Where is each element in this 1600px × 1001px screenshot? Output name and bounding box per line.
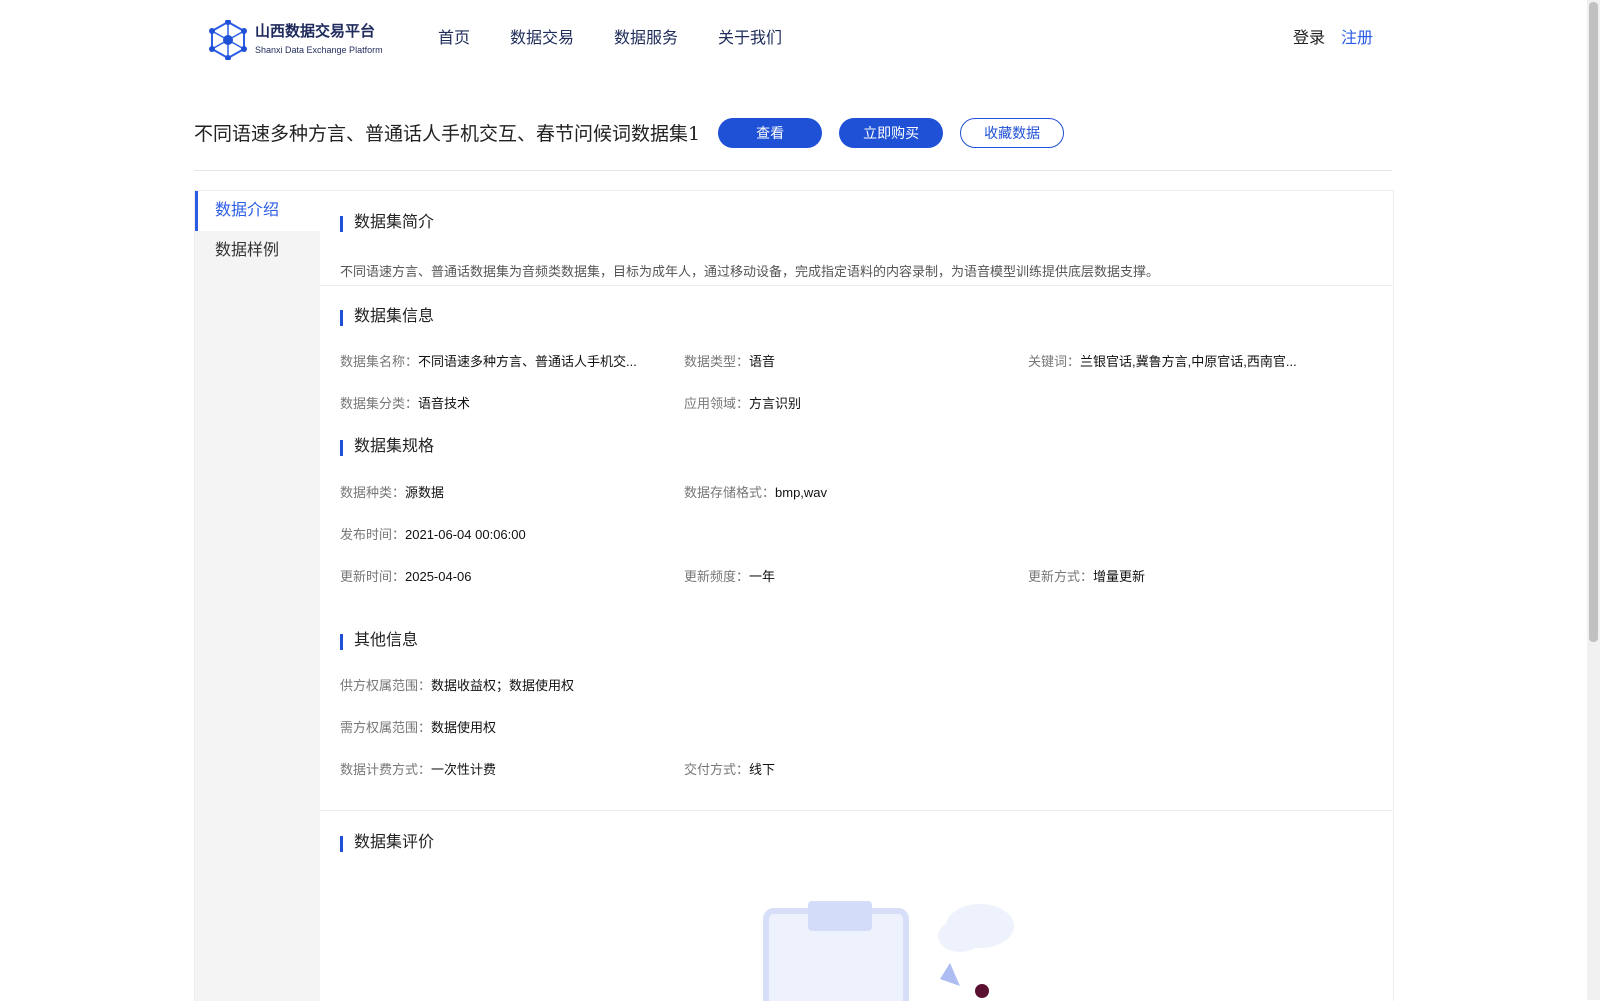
hexagon-network-logo-icon [209, 20, 247, 60]
divider [320, 285, 1393, 286]
sidebar-item-samples[interactable]: 数据样例 [195, 231, 320, 271]
empty-clipboard-illustration-icon [763, 901, 1014, 1001]
divider [320, 810, 1393, 811]
section-title-other: 其他信息 [340, 631, 418, 651]
field-delivery-method: 交付方式：线下 [684, 762, 776, 777]
field-billing-method: 数据计费方式：一次性计费 [340, 762, 497, 777]
intro-text: 不同语速方言、普通话数据集为音频类数据集，目标为成年人，通过移动设备，完成指定语… [340, 264, 1160, 279]
dataset-title-bar: 不同语速多种方言、普通话人手机交互、春节问候词数据集1 查看 立即购买 收藏数据 [194, 118, 1392, 171]
view-button[interactable]: 查看 [718, 118, 823, 148]
top-header: 山西数据交易平台 Shanxi Data Exchange Platform 首… [0, 0, 1587, 78]
section-title-review: 数据集评价 [340, 833, 434, 853]
logo-title-cn: 山西数据交易平台 [255, 23, 376, 40]
logo-title-en: Shanxi Data Exchange Platform [255, 45, 383, 55]
logo-text: 山西数据交易平台 Shanxi Data Exchange Platform [255, 23, 383, 57]
section-title-spec: 数据集规格 [340, 437, 434, 457]
field-dataset-name: 数据集名称：不同语速多种方言、普通话人手机交... [340, 354, 637, 369]
field-keywords: 关键词：兰银官话,冀鲁方言,中原官话,西南官... [1028, 354, 1297, 369]
field-storage-format: 数据存储格式：bmp,wav [684, 485, 828, 500]
auth-links: 登录 注册 [1293, 27, 1373, 51]
dataset-detail-panel: 数据介绍 数据样例 数据集简介 不同语速方言、普通话数据集为音频类数据集，目标为… [194, 190, 1394, 1001]
section-title-info: 数据集信息 [340, 307, 434, 327]
dataset-title: 不同语速多种方言、普通话人手机交互、春节问候词数据集1 [194, 123, 701, 145]
field-category: 数据集分类：语音技术 [340, 396, 471, 411]
field-data-type: 数据类型：语音 [684, 354, 776, 369]
login-link[interactable]: 登录 [1293, 27, 1325, 51]
nav-about-us[interactable]: 关于我们 [718, 27, 782, 51]
field-publish-time: 发布时间：2021-06-04 00:06:00 [340, 527, 526, 542]
site-logo[interactable]: 山西数据交易平台 Shanxi Data Exchange Platform [208, 20, 383, 60]
scrollbar-thumb[interactable] [1589, 2, 1598, 642]
nav-home[interactable]: 首页 [438, 27, 470, 51]
field-supplier-rights: 供方权属范围：数据收益权；数据使用权 [340, 678, 575, 693]
nav-data-trade[interactable]: 数据交易 [510, 27, 574, 51]
section-title-intro: 数据集简介 [340, 213, 434, 233]
register-link[interactable]: 注册 [1341, 27, 1373, 51]
detail-sidebar: 数据介绍 数据样例 [195, 191, 320, 1001]
field-update-time: 更新时间：2025-04-06 [340, 569, 472, 584]
buy-now-button[interactable]: 立即购买 [839, 118, 944, 148]
field-update-mode: 更新方式：增量更新 [1028, 569, 1146, 584]
sidebar-item-intro[interactable]: 数据介绍 [195, 191, 320, 231]
favorite-button[interactable]: 收藏数据 [960, 118, 1065, 148]
field-demander-rights: 需方权属范围：数据使用权 [340, 720, 497, 735]
nav-data-service[interactable]: 数据服务 [614, 27, 678, 51]
field-application-domain: 应用领域：方言识别 [684, 396, 802, 411]
field-update-frequency: 更新频度：一年 [684, 569, 776, 584]
page-scrollbar[interactable] [1587, 0, 1600, 1000]
main-nav: 首页 数据交易 数据服务 关于我们 [438, 27, 782, 51]
field-data-kind: 数据种类：源数据 [340, 485, 445, 500]
